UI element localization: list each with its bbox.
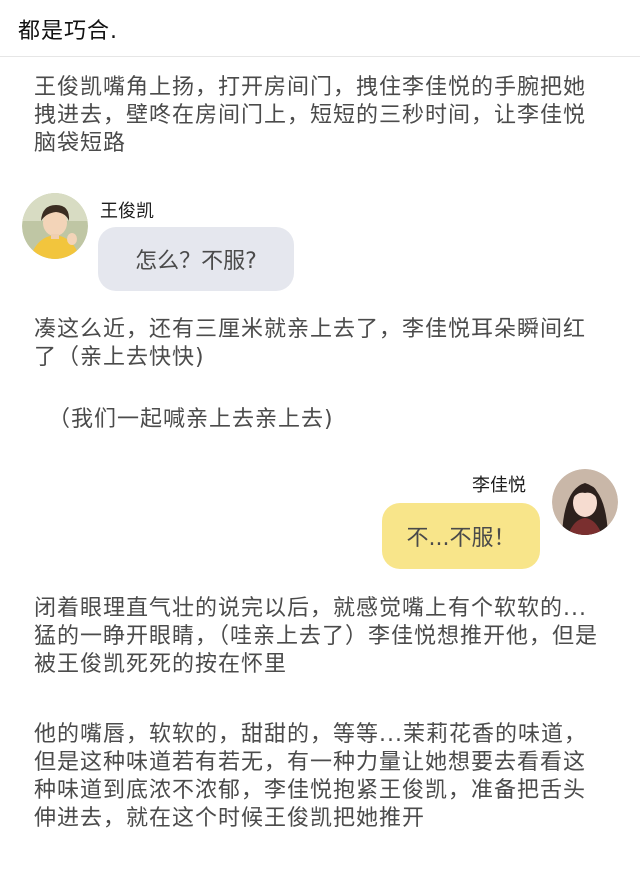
story-paragraph-2: 凑这么近，还有三厘米就亲上去了，李佳悦耳朵瞬间红了（亲上去快快) [34,317,587,370]
chat-bubble-left: 怎么？不服? [98,227,294,291]
sender-name-right: 李佳悦 [472,475,526,496]
boy-avatar-icon [22,193,88,259]
avatar-lijiayue[interactable] [552,469,618,535]
page-title: 都是巧合. [18,19,118,44]
story-paragraph-1: 王俊凯嘴角上扬，打开房间门，拽住李佳悦的手腕把她拽进去，壁咚在房间门上，短短的三… [34,75,587,156]
avatar-wangjunkai[interactable] [22,193,88,259]
story-paragraph-5: 他的嘴唇，软软的，甜甜的，等等...茉莉花香的味道，但是这种味道若有若无，有一种… [34,722,587,831]
girl-avatar-icon [552,469,618,535]
story-paragraph-4: 闭着眼理直气壮的说完以后，就感觉嘴上有个软软的...猛的一睁开眼睛，（哇亲上去了… [34,596,599,677]
top-bar: 都是巧合. [0,0,640,57]
sender-name-left: 王俊凯 [100,201,154,222]
story-paragraph-3: （我们一起喊亲上去亲上去) [48,407,334,432]
chat-bubble-right: 不...不服！ [382,503,540,569]
